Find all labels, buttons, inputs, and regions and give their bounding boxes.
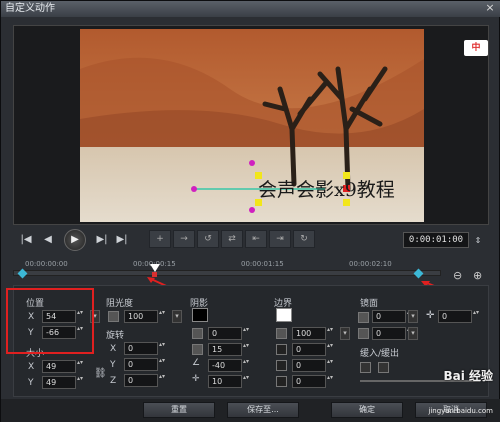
title-bar: 自定义动作 ×	[1, 1, 500, 17]
rotation-z-input[interactable]: 0	[124, 374, 169, 387]
shadow-distance-input[interactable]: 10	[208, 375, 253, 388]
remove-keyframe-icon[interactable]: →	[173, 230, 195, 248]
size-y-input[interactable]: 49	[42, 376, 87, 389]
rotation-title: 旋转	[106, 331, 125, 341]
opacity-icon	[108, 311, 119, 322]
rotation-x-label: X	[110, 344, 117, 354]
border-inner-icon	[276, 360, 287, 371]
close-icon[interactable]: ×	[483, 2, 497, 15]
mirror-fade-icon	[358, 328, 369, 339]
position-highlight-box	[6, 288, 94, 354]
mirror-title: 镜面	[360, 299, 379, 309]
rotation-y-label: Y	[110, 360, 116, 370]
prev-frame-icon[interactable]: ◀	[39, 232, 57, 248]
shadow-blur-input[interactable]: 15	[208, 343, 253, 356]
border-opacity-icon	[276, 328, 287, 339]
mirror-opacity-icon	[358, 312, 369, 323]
mirror-distance-input[interactable]: 0	[438, 310, 483, 323]
border-width-input[interactable]: 0	[292, 343, 337, 356]
window-title: 自定义动作	[5, 3, 55, 14]
mirror-dropdown[interactable]: ▾	[408, 310, 418, 323]
opacity-input[interactable]: 100	[124, 310, 169, 323]
go-end-icon[interactable]: ▶|	[113, 232, 131, 248]
reverse-keyframe-icon[interactable]: ↺	[197, 230, 219, 248]
tick-label: 00:00:01:15	[241, 260, 284, 268]
border-width-icon	[276, 344, 287, 355]
border-opacity-input[interactable]: 100	[292, 327, 337, 340]
fade-out-icon[interactable]	[378, 362, 389, 373]
border-inner-input[interactable]: 0	[292, 359, 337, 372]
ok-button[interactable]: 确定	[331, 402, 403, 418]
custom-motion-dialog: 自定义动作 × 会声会影x9教程 中 |◀ ◀ ▶ ▶| ▶| + → ↺ ⇄ …	[0, 0, 500, 422]
move-left-icon[interactable]: ⇤	[245, 230, 267, 248]
rotation-y-input[interactable]: 0	[124, 358, 169, 371]
shadow-blur-icon	[192, 344, 203, 355]
shadow-angle-input[interactable]: -40	[208, 359, 253, 372]
copy-keyframe-icon[interactable]: ↻	[293, 230, 315, 248]
sogou-logo: 中	[464, 40, 488, 56]
zoom-out-icon[interactable]: ⊖	[453, 269, 462, 282]
video-frame[interactable]: 会声会影x9教程	[80, 29, 424, 222]
zoom-in-icon[interactable]: ⊕	[473, 269, 482, 282]
move-right-icon[interactable]: ⇥	[269, 230, 291, 248]
swap-keyframe-icon[interactable]: ⇄	[221, 230, 243, 248]
transport-bar: |◀ ◀ ▶ ▶| ▶| + → ↺ ⇄ ⇤ ⇥ ↻ 0:00:01:00 ⇕	[13, 228, 489, 254]
fade-title: 缓入/缓出	[360, 349, 400, 359]
shadow-transparency-icon	[192, 328, 203, 339]
opacity-title: 阻光度	[106, 299, 134, 309]
play-button[interactable]: ▶	[64, 229, 86, 251]
size-y-label: Y	[28, 378, 34, 388]
shadow-transparency-input[interactable]: 0	[208, 327, 253, 340]
tick-label: 00:00:00:00	[25, 260, 68, 268]
shadow-distance-icon: ✛	[192, 374, 200, 384]
go-start-icon[interactable]: |◀	[17, 232, 35, 248]
link-icon[interactable]: ⛓	[94, 368, 107, 379]
mirror-fade-dropdown[interactable]: ▾	[408, 327, 418, 340]
rotation-x-input[interactable]: 0	[124, 342, 169, 355]
timecode-spin-icon[interactable]: ⇕	[469, 233, 487, 249]
rotation-z-label: Z	[110, 376, 117, 386]
timeline-track[interactable]	[13, 270, 441, 276]
watermark-brand: Bai 经验	[443, 369, 493, 383]
border-outer-input[interactable]: 0	[292, 375, 337, 388]
next-frame-icon[interactable]: ▶|	[93, 232, 111, 248]
add-keyframe-icon[interactable]: +	[149, 230, 171, 248]
preview-panel: 会声会影x9教程 中	[13, 25, 489, 225]
border-opacity-dropdown[interactable]: ▾	[340, 327, 350, 340]
border-outer-icon	[276, 376, 287, 387]
mirror-opacity-input[interactable]: 0	[372, 310, 417, 323]
mirror-move-icon: ✛	[426, 310, 435, 321]
size-x-label: X	[28, 362, 35, 372]
button-bar: 重置 保存至... 确定 取消	[1, 399, 500, 422]
mirror-fade-input[interactable]: 0	[372, 327, 417, 340]
timecode-field[interactable]: 0:00:01:00	[403, 232, 469, 248]
size-x-input[interactable]: 49	[42, 360, 87, 373]
overlay-text[interactable]: 会声会影x9教程	[258, 175, 395, 202]
tick-label: 00:00:02:10	[349, 260, 392, 268]
save-to-button[interactable]: 保存至...	[227, 402, 299, 418]
shadow-color-swatch[interactable]	[192, 308, 208, 322]
reset-button[interactable]: 重置	[143, 402, 215, 418]
opacity-dropdown[interactable]: ▾	[172, 310, 182, 323]
timeline-ruler[interactable]: 00:00:00:00 00:00:00:15 00:00:01:15 00:0…	[13, 260, 441, 280]
fade-in-icon[interactable]	[360, 362, 371, 373]
border-color-swatch[interactable]	[276, 308, 292, 322]
shadow-angle-icon: ∠	[192, 358, 201, 368]
watermark-url: jingyan.baidu.com	[428, 407, 493, 415]
